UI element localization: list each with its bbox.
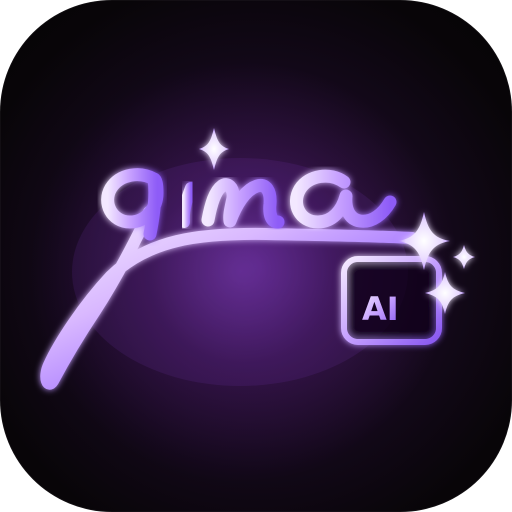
wordmark-text: gina <box>255 495 257 497</box>
app-icon[interactable]: AI gina <box>0 0 512 512</box>
canvas: AI gina <box>0 0 512 512</box>
ai-badge-label: AI <box>362 290 399 328</box>
sparkle-icon <box>453 245 475 269</box>
gina-ai-logo: AI gina <box>40 128 475 497</box>
